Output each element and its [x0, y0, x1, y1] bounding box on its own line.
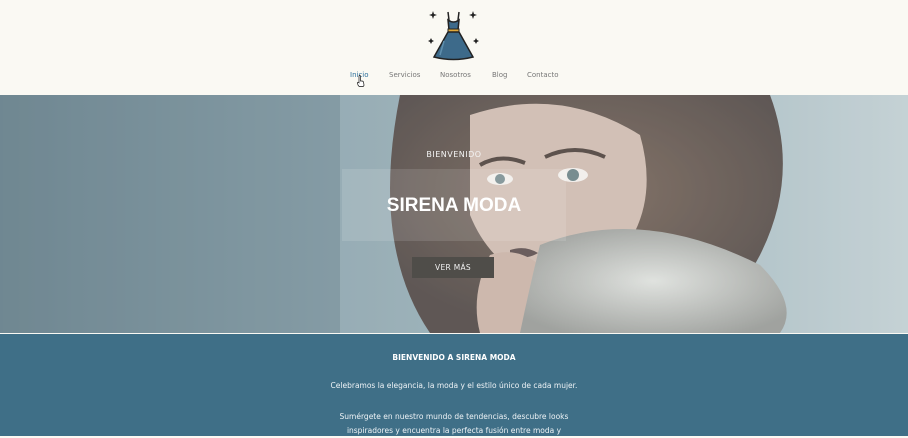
nav-item-contacto[interactable]: Contacto [527, 70, 559, 80]
about-title: BIENVENIDO A SIRENA MODA [392, 353, 516, 362]
nav-item-blog[interactable]: Blog [492, 70, 507, 80]
site-header: Inicio Servicios Nosotros Blog Contacto [0, 0, 908, 95]
hero-welcome-text: BIENVENIDO [426, 150, 482, 159]
about-paragraph-1: Celebramos la elegancia, la moda y el es… [330, 381, 578, 390]
dress-logo-icon[interactable] [426, 8, 481, 63]
ver-mas-button[interactable]: VER MÁS [412, 257, 494, 278]
hero-title: SIRENA MODA [386, 195, 522, 216]
nav-item-nosotros[interactable]: Nosotros [440, 70, 471, 80]
hand-pointer-cursor-icon [357, 75, 365, 87]
about-paragraph-2: Sumérgete en nuestro mundo de tendencias… [0, 410, 908, 438]
main-nav: Inicio Servicios Nosotros Blog Contacto [0, 70, 908, 84]
nav-item-servicios[interactable]: Servicios [389, 70, 420, 80]
about-paragraph-2-line-1: Sumérgete en nuestro mundo de tendencias… [339, 412, 569, 421]
